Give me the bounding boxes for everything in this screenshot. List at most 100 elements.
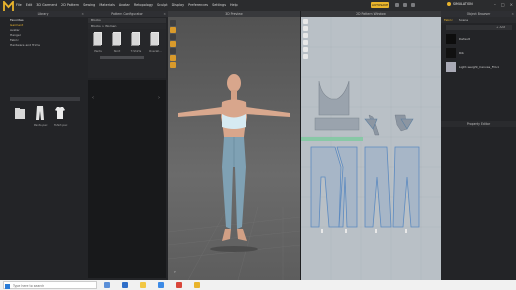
transform-icon[interactable] xyxy=(170,27,176,33)
pattern-scrollbar[interactable] xyxy=(100,56,144,59)
avatar-model[interactable] xyxy=(168,17,300,280)
viewport-2d-toolbar xyxy=(303,19,311,61)
object-browser-panel: Object Browser × Fabric Scene + Add Defau… xyxy=(441,11,516,121)
chevron-right-icon[interactable]: › xyxy=(158,95,160,101)
close-icon[interactable]: × xyxy=(81,11,84,17)
avatar-neck xyxy=(231,90,237,100)
menu-item-retopology[interactable]: Retopology xyxy=(134,3,153,7)
library-thumbnails: Pants.pac Tshirt.pac xyxy=(14,105,67,127)
viewport-2d[interactable]: 2D Pattern Window xyxy=(301,11,441,280)
pattern-block-item[interactable]: Pants xyxy=(92,31,104,53)
pattern-block-item[interactable]: Overall... xyxy=(149,31,162,53)
cut-icon[interactable] xyxy=(303,40,308,45)
object-browser-tabs: Fabric Scene xyxy=(441,17,516,23)
star-icon[interactable] xyxy=(170,62,176,68)
avatar-shadow xyxy=(210,246,258,252)
right-arm xyxy=(245,107,290,117)
edge-icon[interactable] xyxy=(122,282,128,288)
move-icon[interactable] xyxy=(170,48,176,54)
pattern-block-item[interactable]: Skirt xyxy=(111,31,123,53)
menu-item-sewing[interactable]: Sewing xyxy=(83,3,95,7)
sun-icon[interactable] xyxy=(170,34,176,40)
close-icon[interactable]: × xyxy=(510,2,513,7)
right-foot xyxy=(237,229,247,241)
top-back-piece[interactable] xyxy=(318,80,350,116)
chrome-icon[interactable] xyxy=(176,282,182,288)
library-item-hardware-and-trims[interactable]: Hardware and Trims xyxy=(0,43,86,48)
rect-icon[interactable] xyxy=(303,33,308,38)
marvelous-icon[interactable] xyxy=(194,282,200,288)
tab-scene[interactable]: Scene xyxy=(459,17,468,23)
pants-back-left[interactable] xyxy=(364,146,392,228)
chevron-left-icon[interactable]: ‹ xyxy=(92,95,94,101)
pants-front-left[interactable] xyxy=(310,146,342,228)
minimize-icon[interactable]: – xyxy=(494,2,496,7)
close-icon[interactable]: × xyxy=(163,11,166,17)
menu-item-preferences[interactable]: Preferences xyxy=(188,3,208,7)
floor-grid xyxy=(168,206,300,280)
selected-seam[interactable] xyxy=(301,137,363,141)
menu-bar: File Edit 3D Garment 2D Pattern Sewing Materi… xyxy=(16,3,238,7)
simulation-toggle[interactable]: SIMULATION xyxy=(447,2,473,6)
pattern-preview xyxy=(88,80,166,278)
fabric-name: Light-weight_Canvas_FCL1 xyxy=(459,65,500,69)
autosave-button[interactable]: AUTOSAVE xyxy=(371,2,389,8)
pants-back-right[interactable] xyxy=(392,146,420,228)
folder-icon[interactable] xyxy=(170,41,176,47)
menu-item-settings[interactable]: Settings xyxy=(212,3,226,7)
pattern-tab[interactable]: Blocks xyxy=(88,18,166,23)
pattern-canvas[interactable] xyxy=(301,17,441,280)
menu-item-3d-garment[interactable]: 3D Garment xyxy=(36,3,57,7)
menu-item-avatar[interactable]: Avatar xyxy=(119,3,130,7)
screen-icon[interactable] xyxy=(411,3,415,7)
avatar-head xyxy=(227,74,241,92)
windows-icon[interactable] xyxy=(5,283,10,289)
sew-icon[interactable] xyxy=(303,47,308,52)
pattern-block-label: Overall... xyxy=(149,49,162,53)
menu-item-2d-pattern[interactable]: 2D Pattern xyxy=(61,3,79,7)
fabric-item[interactable]: Rib xyxy=(446,47,512,59)
pattern-pins xyxy=(321,229,407,233)
pattern-configurator-panel: Pattern Configurator × Blocks Blocks > Wo… xyxy=(86,11,168,280)
fabric-item[interactable]: Light-weight_Canvas_FCL1 xyxy=(446,61,512,73)
folder-icon xyxy=(15,108,25,119)
maximize-icon[interactable]: □ xyxy=(501,2,505,7)
brush-icon[interactable] xyxy=(303,54,308,59)
tab-fabric[interactable]: Fabric xyxy=(444,17,453,23)
block-file-icon xyxy=(131,32,140,46)
thumb-folder[interactable] xyxy=(14,105,26,127)
menu-item-help[interactable]: Help xyxy=(230,3,238,7)
thumb-tshirt[interactable]: Tshirt.pac xyxy=(54,105,67,127)
cursor-icon[interactable] xyxy=(303,19,308,24)
add-fabric-button[interactable]: + Add xyxy=(446,25,512,30)
pattern-block-label: Skirt xyxy=(113,49,121,53)
menu-item-materials[interactable]: Materials xyxy=(99,3,115,7)
grid-icon[interactable] xyxy=(403,3,407,7)
toolbar-icons xyxy=(395,3,415,7)
select-icon[interactable] xyxy=(170,20,176,26)
search-input[interactable]: Type here to search xyxy=(3,281,97,289)
property-editor-panel: Property Editor xyxy=(441,121,516,280)
layout-icon[interactable] xyxy=(395,3,399,7)
thumb-pants[interactable]: Pants.pac xyxy=(34,105,48,127)
tshirt-icon xyxy=(55,107,65,119)
block-file-icon xyxy=(112,32,121,46)
left-foot xyxy=(222,229,231,241)
fabric-item[interactable]: Default xyxy=(446,33,512,45)
task-view-icon[interactable] xyxy=(104,282,110,288)
menu-item-file[interactable]: File xyxy=(16,3,22,7)
top-front-piece[interactable] xyxy=(314,117,360,131)
fabric-swatch xyxy=(446,34,456,44)
library-path-bar xyxy=(10,97,80,101)
folder-icon[interactable] xyxy=(140,282,146,288)
block-file-icon xyxy=(93,32,102,46)
menu-item-edit[interactable]: Edit xyxy=(26,3,33,7)
pattern-block-item[interactable]: T-Shirts xyxy=(130,31,142,53)
viewport-3d[interactable]: 3D Preview Y xyxy=(168,11,300,280)
store-icon[interactable] xyxy=(158,282,164,288)
menu-item-display[interactable]: Display xyxy=(172,3,185,7)
menu-item-sculpt[interactable]: Sculpt xyxy=(157,3,168,7)
pin-icon[interactable] xyxy=(170,55,176,61)
pen-icon[interactable] xyxy=(303,26,308,31)
pattern-block-label: T-Shirts xyxy=(130,49,142,53)
